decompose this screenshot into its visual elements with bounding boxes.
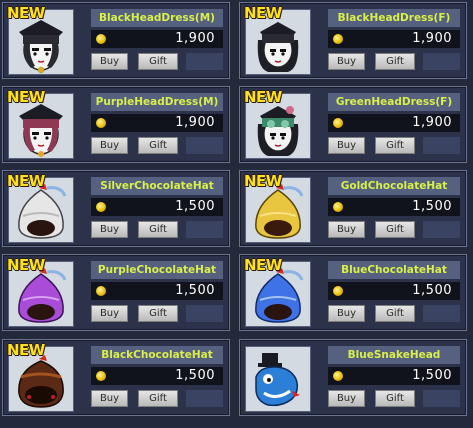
buy-button[interactable]: Buy [91, 53, 128, 70]
gift-button[interactable]: Gift [375, 305, 415, 322]
new-badge: NEW [7, 172, 45, 190]
coin-icon [333, 202, 343, 212]
item-name: BlackChocolateHat [91, 346, 223, 364]
item-card[interactable]: NEW BlueChocolateHat 1,500 Buy Gift [239, 254, 467, 331]
empty-slot [186, 221, 223, 238]
empty-slot [423, 137, 460, 154]
buy-button[interactable]: Buy [328, 53, 365, 70]
price-row: 1,500 [91, 367, 223, 385]
item-price: 1,500 [412, 199, 452, 214]
item-price: 1,900 [412, 31, 452, 46]
cash-shop-item-grid: NEW BlackHeadDress(M) 1,900 Buy Gift NEW… [2, 2, 471, 426]
item-card[interactable]: NEW GoldChocolateHat 1,500 Buy Gift [239, 170, 467, 247]
new-badge: NEW [7, 4, 45, 22]
new-badge: NEW [244, 172, 282, 190]
gift-button[interactable]: Gift [138, 305, 178, 322]
price-row: 1,900 [91, 30, 223, 48]
gift-button[interactable]: Gift [138, 390, 178, 407]
buy-button[interactable]: Buy [328, 305, 365, 322]
coin-icon [333, 371, 343, 381]
buy-button[interactable]: Buy [91, 390, 128, 407]
new-badge: NEW [7, 341, 45, 359]
buy-button[interactable]: Buy [328, 137, 365, 154]
price-row: 1,500 [328, 198, 460, 216]
item-card[interactable]: NEW PurpleChocolateHat 1,500 Buy Gift [2, 254, 230, 331]
buy-button[interactable]: Buy [91, 137, 128, 154]
item-card[interactable]: NEW GreenHeadDress(F) 1,900 Buy Gift [239, 86, 467, 163]
empty-slot [186, 305, 223, 322]
item-price: 1,500 [175, 283, 215, 298]
item-card[interactable]: NEW BlackChocolateHat 1,500 Buy Gift [2, 339, 230, 416]
item-price: 1,900 [412, 115, 452, 130]
item-card[interactable]: NEW PurpleHeadDress(M) 1,900 Buy Gift [2, 86, 230, 163]
price-row: 1,500 [328, 367, 460, 385]
buy-button[interactable]: Buy [91, 305, 128, 322]
item-name: BlackHeadDress(M) [91, 9, 223, 27]
item-price: 1,500 [412, 368, 452, 383]
new-badge: NEW [7, 256, 45, 274]
item-name: BlackHeadDress(F) [328, 9, 460, 27]
item-card[interactable]: NEW BlackHeadDress(M) 1,900 Buy Gift [2, 2, 230, 79]
coin-icon [333, 286, 343, 296]
coin-icon [96, 202, 106, 212]
gift-button[interactable]: Gift [138, 53, 178, 70]
empty-slot [186, 53, 223, 70]
coin-icon [96, 371, 106, 381]
gift-button[interactable]: Gift [375, 53, 415, 70]
empty-slot [186, 390, 223, 407]
coin-icon [96, 118, 106, 128]
empty-slot [423, 305, 460, 322]
item-card[interactable]: BlueSnakeHead 1,500 Buy Gift [239, 339, 467, 416]
price-row: 1,500 [328, 282, 460, 300]
price-row: 1,900 [91, 114, 223, 132]
new-badge: NEW [7, 88, 45, 106]
item-portrait [245, 346, 311, 412]
item-name: PurpleChocolateHat [91, 261, 223, 279]
item-card[interactable]: NEW SilverChocolateHat 1,500 Buy Gift [2, 170, 230, 247]
price-row: 1,500 [91, 282, 223, 300]
empty-slot [186, 137, 223, 154]
empty-slot [423, 53, 460, 70]
buy-button[interactable]: Buy [328, 390, 365, 407]
item-price: 1,900 [175, 115, 215, 130]
item-price: 1,500 [412, 283, 452, 298]
new-badge: NEW [244, 88, 282, 106]
item-price: 1,900 [175, 31, 215, 46]
coin-icon [96, 34, 106, 44]
coin-icon [96, 286, 106, 296]
buy-button[interactable]: Buy [328, 221, 365, 238]
new-badge: NEW [244, 4, 282, 22]
blue-snake-head-icon [246, 347, 310, 411]
gift-button[interactable]: Gift [375, 137, 415, 154]
item-name: BlueSnakeHead [328, 346, 460, 364]
item-price: 1,500 [175, 199, 215, 214]
gift-button[interactable]: Gift [375, 390, 415, 407]
gift-button[interactable]: Gift [138, 221, 178, 238]
item-name: GreenHeadDress(F) [328, 93, 460, 111]
new-badge: NEW [244, 256, 282, 274]
coin-icon [333, 34, 343, 44]
price-row: 1,900 [328, 114, 460, 132]
item-card[interactable]: NEW BlackHeadDress(F) 1,900 Buy Gift [239, 2, 467, 79]
coin-icon [333, 118, 343, 128]
price-row: 1,900 [328, 30, 460, 48]
item-name: SilverChocolateHat [91, 177, 223, 195]
price-row: 1,500 [91, 198, 223, 216]
item-price: 1,500 [175, 368, 215, 383]
item-name: GoldChocolateHat [328, 177, 460, 195]
buy-button[interactable]: Buy [91, 221, 128, 238]
item-name: PurpleHeadDress(M) [91, 93, 223, 111]
gift-button[interactable]: Gift [375, 221, 415, 238]
empty-slot [423, 221, 460, 238]
item-name: BlueChocolateHat [328, 261, 460, 279]
gift-button[interactable]: Gift [138, 137, 178, 154]
empty-slot [423, 390, 460, 407]
